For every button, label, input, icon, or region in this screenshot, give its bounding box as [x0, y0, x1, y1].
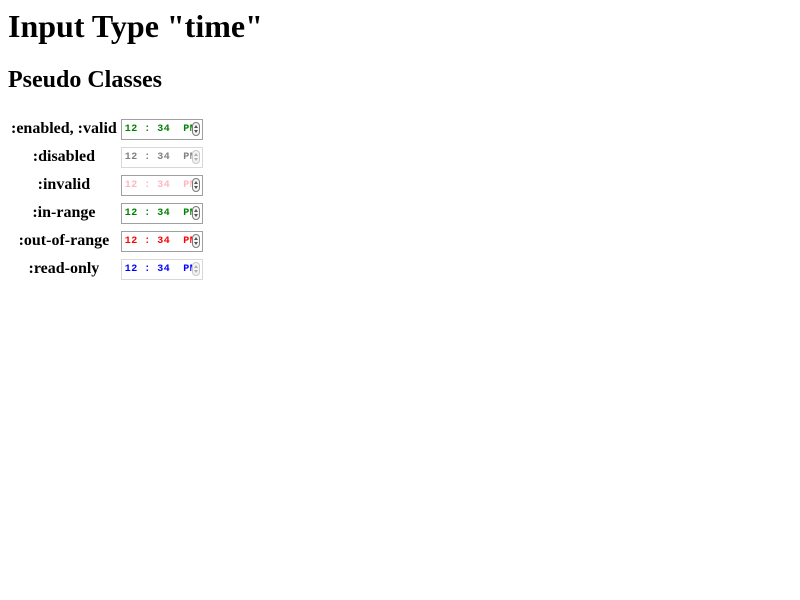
- pseudo-class-table: :enabled, :valid 12 : 34 PM :disabled 12…: [8, 114, 206, 284]
- increment-arrow-icon[interactable]: [193, 124, 198, 128]
- row-cell: 12 : 34 PM: [120, 200, 204, 226]
- row-cell: 12 : 34 PM: [120, 256, 204, 282]
- decrement-arrow-icon: [193, 269, 198, 273]
- page-title: Input Type "time": [8, 8, 263, 44]
- time-value: 12 : 34 PM: [124, 207, 197, 219]
- row-label-enabled-valid: :enabled, :valid: [11, 120, 117, 137]
- table-row: :out-of-range 12 : 34 PM: [10, 228, 204, 254]
- row-cell: 12 : 34 PM: [120, 228, 204, 254]
- section-heading: Pseudo Classes: [8, 67, 163, 93]
- decrement-arrow-icon[interactable]: [193, 241, 198, 245]
- increment-arrow-icon[interactable]: [193, 236, 198, 240]
- time-input-disabled: 12 : 34 PM: [120, 146, 203, 168]
- spin-button-icon[interactable]: [191, 205, 200, 220]
- table-row: :read-only 12 : 34 PM: [10, 256, 204, 282]
- increment-arrow-icon[interactable]: [193, 180, 198, 184]
- time-input-out-of-range[interactable]: 12 : 34 PM: [120, 230, 203, 252]
- time-value: 12 : 34 PM: [124, 123, 197, 135]
- time-input-enabled-valid[interactable]: 12 : 34 PM: [120, 118, 203, 140]
- decrement-arrow-icon[interactable]: [193, 213, 198, 217]
- spin-button-icon[interactable]: [191, 233, 200, 248]
- decrement-arrow-icon: [193, 157, 198, 161]
- table-row: :disabled 12 : 34 PM: [10, 144, 204, 170]
- time-value: 12 : 34 PM: [124, 263, 197, 275]
- increment-arrow-icon: [193, 264, 198, 268]
- table-row: :invalid 12 : 34 PM: [10, 172, 204, 198]
- row-cell: 12 : 34 PM: [120, 144, 204, 170]
- time-value: 12 : 34 PM: [124, 235, 197, 247]
- row-label-in-range: :in-range: [32, 204, 96, 221]
- row-label-disabled: :disabled: [32, 148, 96, 165]
- decrement-arrow-icon[interactable]: [193, 129, 198, 133]
- increment-arrow-icon: [193, 152, 198, 156]
- row-cell: 12 : 34 PM: [120, 116, 204, 142]
- time-input-in-range[interactable]: 12 : 34 PM: [120, 202, 203, 224]
- decrement-arrow-icon[interactable]: [193, 185, 198, 189]
- time-input-read-only[interactable]: 12 : 34 PM: [120, 258, 203, 280]
- spin-button-icon[interactable]: [191, 121, 200, 136]
- time-input-invalid[interactable]: 12 : 34 PM: [120, 174, 203, 196]
- row-label-out-of-range: :out-of-range: [18, 232, 110, 249]
- time-value: 12 : 34 PM: [124, 179, 197, 191]
- spin-button-icon[interactable]: [191, 177, 200, 192]
- spin-button-icon: [191, 149, 200, 164]
- row-label-invalid: :invalid: [37, 176, 91, 193]
- spin-button-icon: [191, 261, 200, 276]
- row-label-read-only: :read-only: [28, 260, 100, 277]
- increment-arrow-icon[interactable]: [193, 208, 198, 212]
- table-row: :enabled, :valid 12 : 34 PM: [10, 116, 204, 142]
- time-value: 12 : 34 PM: [124, 151, 197, 163]
- table-row: :in-range 12 : 34 PM: [10, 200, 204, 226]
- row-cell: 12 : 34 PM: [120, 172, 204, 198]
- pseudo-class-rows: :enabled, :valid 12 : 34 PM :disabled 12…: [10, 116, 204, 282]
